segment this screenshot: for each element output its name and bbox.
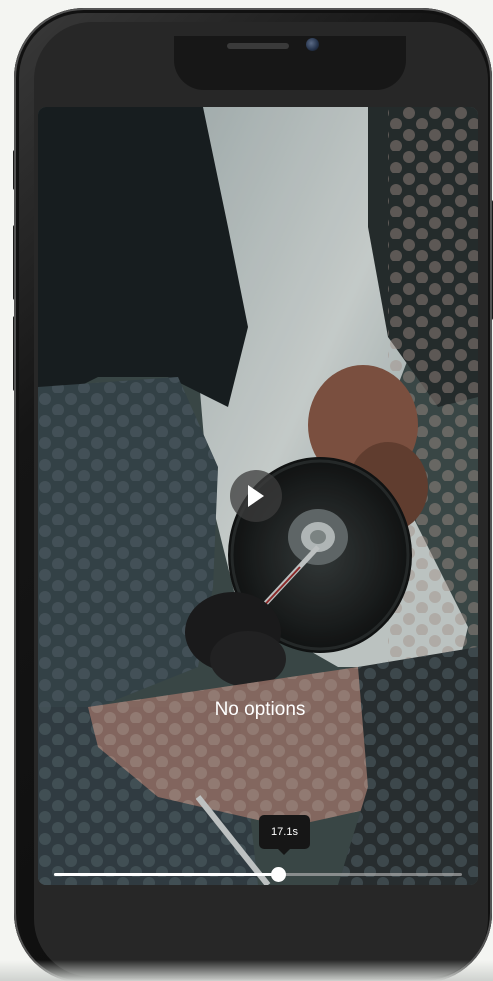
floor-shadow	[0, 960, 493, 981]
time-tooltip-arrow	[277, 848, 291, 855]
play-icon	[248, 485, 264, 507]
speaker-grille	[227, 43, 289, 49]
phone-notch	[174, 36, 406, 90]
front-camera-icon	[306, 38, 319, 51]
time-tooltip: 17.1s	[259, 815, 310, 849]
video-player[interactable]: No options 17.1s	[38, 107, 478, 885]
stage: No options 17.1s	[0, 0, 493, 981]
seek-bar[interactable]	[54, 867, 462, 882]
play-button[interactable]	[230, 470, 282, 522]
no-options-message: No options	[214, 699, 306, 720]
seek-progress	[54, 873, 279, 876]
